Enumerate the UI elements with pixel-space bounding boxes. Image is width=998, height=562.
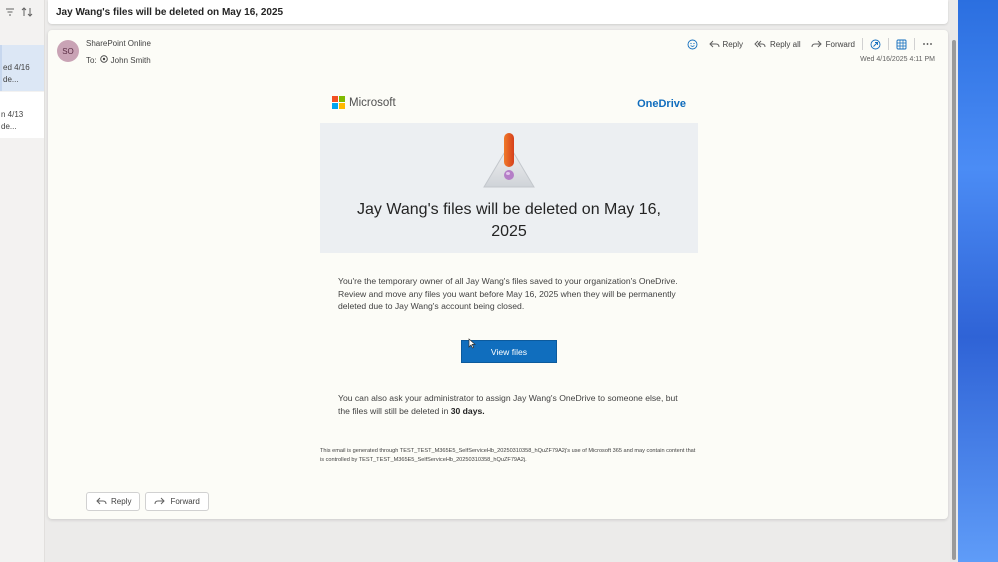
mouse-cursor-icon	[468, 336, 476, 354]
more-icon	[922, 42, 933, 46]
bottom-reply-label: Reply	[111, 497, 132, 506]
forward-icon	[154, 496, 166, 508]
contact-icon	[99, 55, 108, 65]
recipient-line: To: John Smith	[86, 55, 151, 65]
secondary-text: You can also ask your administrator to a…	[338, 393, 678, 416]
hero-title: Jay Wang's files will be deleted on May …	[357, 201, 661, 240]
warning-icon	[480, 131, 538, 198]
microsoft-brand: Microsoft	[332, 96, 396, 109]
toolbar-divider	[888, 38, 889, 50]
bottom-actions: Reply Forward	[86, 492, 209, 511]
to-label: To:	[86, 55, 97, 65]
reply-icon	[708, 39, 720, 49]
list-item[interactable]: ed 4/16 de...	[0, 45, 44, 91]
more-actions-button[interactable]	[919, 42, 936, 46]
secondary-paragraph: You can also ask your administrator to a…	[338, 392, 683, 417]
retention-period: 30 days.	[450, 405, 485, 416]
scrollbar-thumb[interactable]	[952, 40, 956, 560]
footer-disclaimer: This email is generated through TEST_TES…	[320, 448, 696, 463]
recipient-name[interactable]: John Smith	[111, 56, 151, 65]
microsoft-wordmark: Microsoft	[349, 96, 396, 109]
forward-label: Forward	[825, 39, 855, 49]
body-paragraph: You're the temporary owner of all Jay Wa…	[338, 276, 678, 311]
apps-grid-icon	[896, 39, 907, 50]
toolbar-divider	[914, 38, 915, 50]
mail-list-pane: ed 4/16 de... n 4/13 de...	[0, 0, 45, 562]
email-subject: Jay Wang's files will be deleted on May …	[56, 6, 284, 18]
reading-pane: SO SharePoint Online To: John Smith Repl…	[48, 30, 948, 519]
bottom-forward-button[interactable]: Forward	[145, 492, 209, 511]
list-item[interactable]: n 4/13 de...	[0, 92, 44, 138]
subject-bar: Jay Wang's files will be deleted on May …	[48, 0, 948, 24]
reply-all-label: Reply all	[769, 39, 801, 49]
toolbar-divider	[862, 38, 863, 50]
emoji-reaction-button[interactable]	[684, 39, 701, 50]
reply-button[interactable]: Reply	[705, 39, 746, 49]
hero-banner: Jay Wang's files will be deleted on May …	[320, 123, 698, 253]
bottom-forward-label: Forward	[170, 497, 200, 506]
desktop-background	[958, 0, 998, 562]
list-item-date: n 4/13	[1, 110, 24, 119]
message-actions: Reply Reply all Forward	[684, 37, 936, 51]
loop-button[interactable]	[867, 39, 884, 50]
filter-icon[interactable]	[5, 7, 15, 17]
list-item-preview: de...	[1, 122, 17, 131]
forward-icon	[811, 39, 823, 49]
reply-all-icon	[753, 39, 767, 49]
sender-name[interactable]: SharePoint Online	[86, 39, 151, 48]
emoji-icon	[687, 39, 698, 50]
apps-button[interactable]	[893, 39, 910, 50]
loop-icon	[870, 39, 881, 50]
avatar[interactable]: SO	[57, 40, 79, 62]
reply-icon	[95, 496, 107, 508]
bottom-reply-button[interactable]: Reply	[86, 492, 141, 511]
reply-label: Reply	[722, 39, 743, 49]
list-toolbar	[0, 0, 45, 24]
reply-all-button[interactable]: Reply all	[750, 39, 804, 49]
received-time: Wed 4/16/2025 4:11 PM	[860, 56, 935, 63]
microsoft-logo	[332, 96, 345, 109]
onedrive-brand: OneDrive	[637, 98, 686, 110]
list-item-preview: de...	[3, 75, 19, 84]
forward-button[interactable]: Forward	[808, 39, 858, 49]
sort-icon[interactable]	[21, 7, 33, 17]
list-item-date: ed 4/16	[3, 63, 30, 72]
